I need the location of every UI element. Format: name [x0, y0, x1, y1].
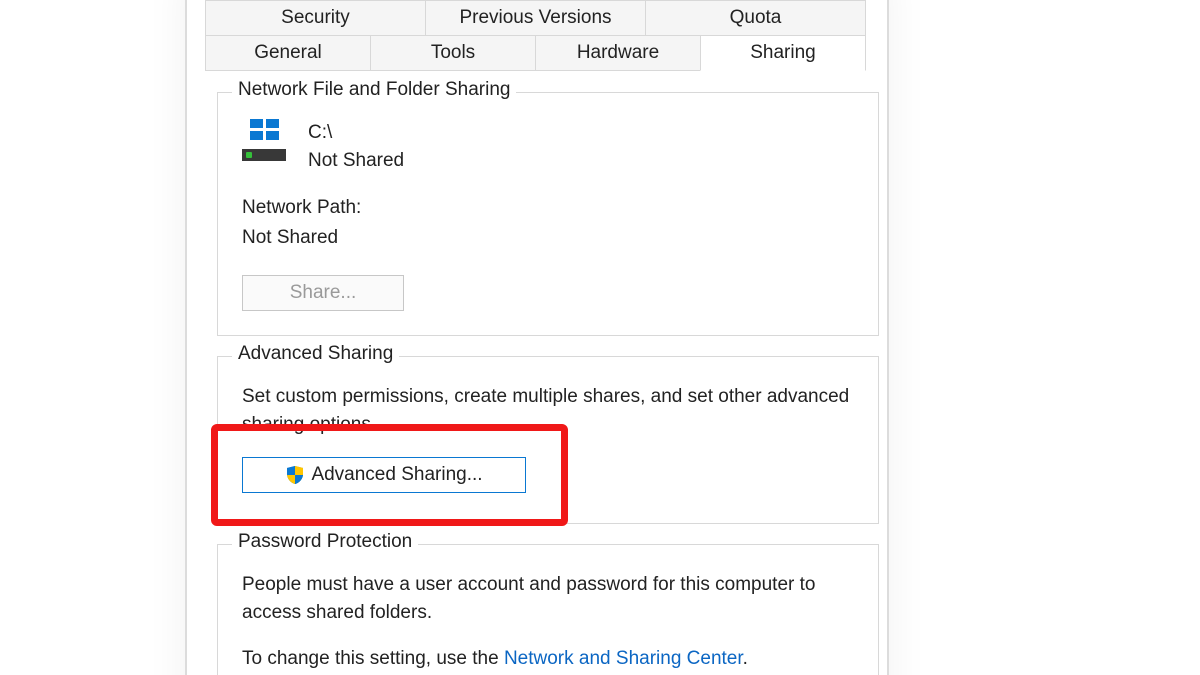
tab-hardware[interactable]: Hardware — [535, 35, 701, 71]
password-change-suffix: . — [743, 648, 748, 669]
network-sharing-center-link[interactable]: Network and Sharing Center — [504, 648, 743, 669]
password-change-prefix: To change this setting, use the — [242, 648, 504, 669]
password-protection-description: People must have a user account and pass… — [242, 571, 854, 627]
group-password-protection: Password Protection People must have a u… — [217, 544, 879, 675]
shield-icon — [285, 465, 305, 485]
drive-label: C:\ — [308, 119, 404, 147]
share-button-label: Share... — [290, 282, 357, 304]
group-legend-password-protection: Password Protection — [232, 531, 418, 553]
tab-previous-versions[interactable]: Previous Versions — [425, 0, 646, 36]
tab-security[interactable]: Security — [205, 0, 426, 36]
group-legend-network-sharing: Network File and Folder Sharing — [232, 79, 516, 101]
tab-strip: Security Previous Versions Quota General… — [205, 0, 875, 70]
group-network-sharing: Network File and Folder Sharing C:\ Not … — [217, 92, 879, 336]
tab-sharing[interactable]: Sharing — [700, 35, 866, 71]
tab-tools[interactable]: Tools — [370, 35, 536, 71]
share-button[interactable]: Share... — [242, 275, 404, 311]
drive-icon — [242, 119, 286, 163]
advanced-sharing-button-label: Advanced Sharing... — [311, 464, 482, 486]
advanced-sharing-description: Set custom permissions, create multiple … — [242, 383, 854, 439]
group-legend-advanced-sharing: Advanced Sharing — [232, 343, 399, 365]
tab-quota[interactable]: Quota — [645, 0, 866, 36]
network-path-value: Not Shared — [242, 223, 854, 253]
group-advanced-sharing: Advanced Sharing Set custom permissions,… — [217, 356, 879, 524]
advanced-sharing-button[interactable]: Advanced Sharing... — [242, 457, 526, 493]
network-path-label: Network Path: — [242, 193, 854, 223]
tab-general[interactable]: General — [205, 35, 371, 71]
drive-status: Not Shared — [308, 147, 404, 175]
